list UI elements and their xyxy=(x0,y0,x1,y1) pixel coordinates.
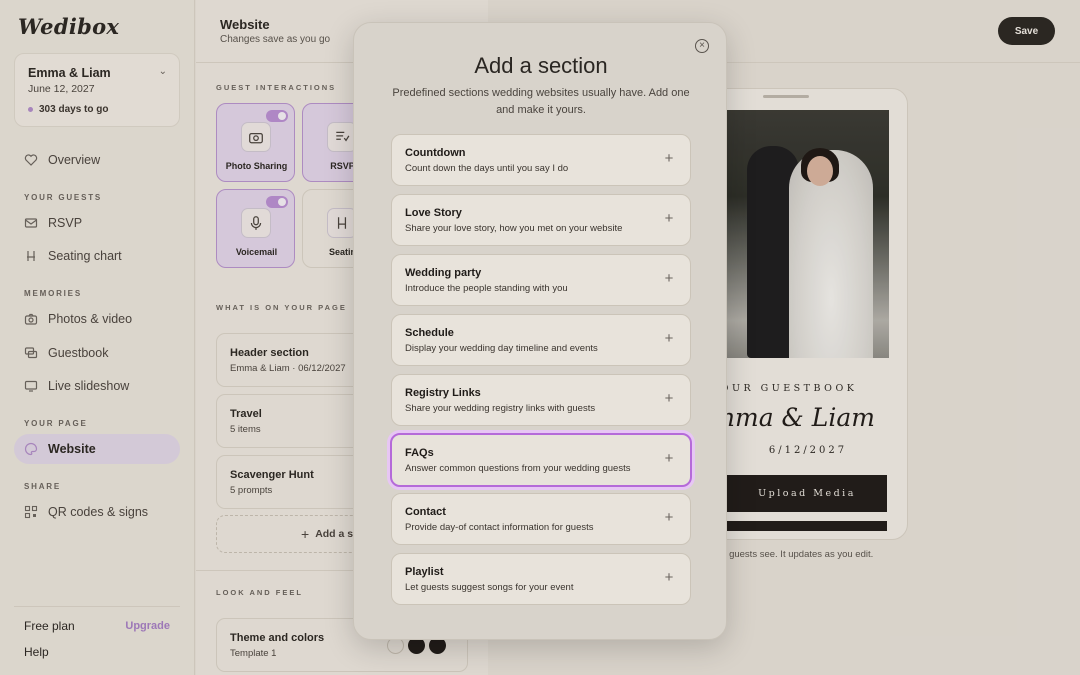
option-contact[interactable]: Contact Provide day-of contact informati… xyxy=(391,493,691,545)
option-love-story[interactable]: Love Story Share your love story, how yo… xyxy=(391,194,691,246)
modal-title: Add a section xyxy=(474,53,608,78)
option-title: Registry Links xyxy=(405,387,481,399)
option-subtitle: Let guests suggest songs for your event xyxy=(405,582,574,593)
option-faqs[interactable]: FAQs Answer common questions from your w… xyxy=(390,433,692,487)
option-title: Playlist xyxy=(405,566,444,578)
option-subtitle: Introduce the people standing with you xyxy=(405,283,568,294)
plus-icon[interactable]: + xyxy=(662,391,676,406)
option-title: Schedule xyxy=(405,327,454,339)
option-subtitle: Answer common questions from your weddin… xyxy=(405,463,631,474)
option-subtitle: Provide day-of contact information for g… xyxy=(405,522,594,533)
option-title: Love Story xyxy=(405,207,462,219)
option-title: FAQs xyxy=(405,447,434,459)
option-playlist[interactable]: Playlist Let guests suggest songs for yo… xyxy=(391,553,691,605)
option-subtitle: Display your wedding day timeline and ev… xyxy=(405,343,598,354)
plus-icon[interactable]: + xyxy=(662,151,676,166)
add-section-modal: × Add a section Predefined sections wedd… xyxy=(353,22,727,640)
option-title: Countdown xyxy=(405,147,466,159)
option-registry-links[interactable]: Registry Links Share your wedding regist… xyxy=(391,374,691,426)
plus-icon[interactable]: + xyxy=(662,211,676,226)
plus-icon[interactable]: + xyxy=(662,271,676,286)
plus-icon[interactable]: + xyxy=(662,510,676,525)
option-title: Wedding party xyxy=(405,267,482,279)
option-title: Contact xyxy=(405,506,446,518)
option-subtitle: Share your love story, how you met on yo… xyxy=(405,223,623,234)
option-countdown[interactable]: Countdown Count down the days until you … xyxy=(391,134,691,186)
close-icon[interactable]: × xyxy=(695,39,709,53)
option-subtitle: Count down the days until you say I do xyxy=(405,163,569,174)
plus-icon[interactable]: + xyxy=(662,570,676,585)
option-schedule[interactable]: Schedule Display your wedding day timeli… xyxy=(391,314,691,366)
option-subtitle: Share your wedding registry links with g… xyxy=(405,403,596,414)
modal-subtitle: Predefined sections wedding websites usu… xyxy=(392,87,690,116)
plus-icon[interactable]: + xyxy=(662,331,676,346)
option-wedding-party[interactable]: Wedding party Introduce the people stand… xyxy=(391,254,691,306)
plus-icon[interactable]: + xyxy=(662,451,676,466)
